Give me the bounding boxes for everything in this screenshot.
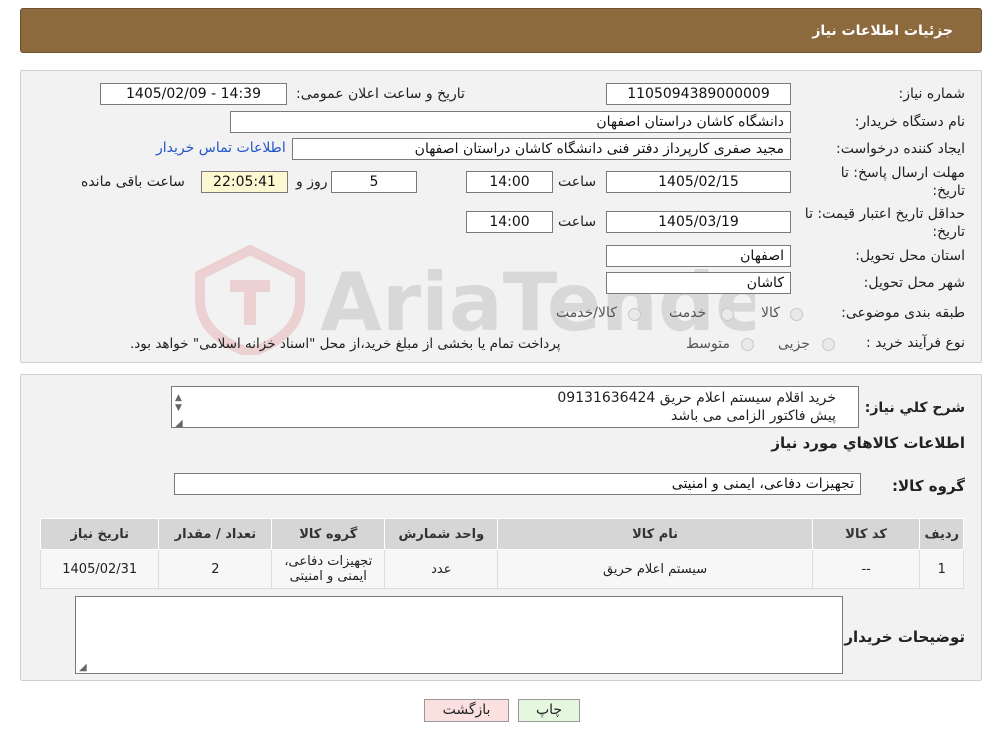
buyer-org-label: نام دستگاه خریدار: bbox=[854, 114, 965, 130]
need-number-label: شماره نیاز: bbox=[898, 86, 966, 102]
category-service-radio[interactable] bbox=[721, 308, 734, 321]
announce-datetime-field: 1405/02/09 - 14:39 bbox=[100, 83, 287, 105]
city-field: کاشان bbox=[606, 272, 791, 294]
page-title: جزئیات اطلاعات نیاز bbox=[812, 23, 953, 39]
col-code-header: کد کالا bbox=[811, 518, 921, 550]
table-row: 1 -- سیستم اعلام حریق عدد تجهیزات دفاعی،… bbox=[39, 549, 964, 589]
days-field: 5 bbox=[331, 171, 417, 193]
col-date-header: تاریخ نیاز bbox=[39, 518, 160, 550]
validity-time-label: ساعت bbox=[558, 214, 597, 230]
province-field: اصفهان bbox=[606, 245, 791, 267]
buyer-org-field: دانشگاه کاشان دراستان اصفهان bbox=[230, 111, 791, 133]
goods-group-label: گروه کالا: bbox=[892, 477, 965, 495]
goods-table-header-row: ردیف کد کالا نام کالا واحد شمارش گروه کا… bbox=[39, 518, 964, 550]
deadline-time-field: 14:00 bbox=[466, 171, 553, 193]
col-unit-header: واحد شمارش bbox=[384, 518, 499, 550]
col-qty-header: تعداد / مقدار bbox=[158, 518, 273, 550]
need-number-field: 1105094389000009 bbox=[606, 83, 791, 105]
validity-date-field: 1405/03/19 bbox=[606, 211, 791, 233]
cell-quantity: 2 bbox=[158, 549, 273, 589]
cell-group: تجهیزات دفاعی، ایمنی و امنیتی bbox=[271, 549, 386, 589]
goods-info-title: اطلاعات کالاهاي مورد نیاز bbox=[771, 434, 965, 452]
announce-label: تاریخ و ساعت اعلان عمومی: bbox=[296, 86, 465, 102]
creator-label: ایجاد کننده درخواست: bbox=[836, 141, 965, 157]
summary-label: شرح کلي نیاز: bbox=[864, 400, 965, 416]
remaining-label: ساعت باقی مانده bbox=[81, 174, 185, 190]
category-both-radio[interactable] bbox=[628, 308, 641, 321]
resize-handle-icon[interactable]: ◢ bbox=[79, 659, 87, 677]
city-label: شهر محل تحویل: bbox=[863, 275, 965, 291]
cell-unit: عدد bbox=[384, 549, 499, 589]
validity-time-field: 14:00 bbox=[466, 211, 553, 233]
validity-label: حداقل تاریخ اعتبار قیمت: تا bbox=[804, 206, 965, 222]
resize-handle-icon[interactable]: ◢ bbox=[175, 415, 183, 433]
buyer-notes-textarea[interactable]: ◢ bbox=[75, 596, 843, 674]
deadline-date-field: 1405/02/15 bbox=[606, 171, 791, 193]
deadline-label-2: تاریخ: bbox=[932, 183, 965, 199]
col-group-header: گروه کالا bbox=[271, 518, 386, 550]
cell-row-number: 1 bbox=[919, 549, 964, 589]
process-note: پرداخت تمام یا بخشی از مبلغ خرید،از محل … bbox=[130, 336, 561, 352]
back-button[interactable]: بازگشت bbox=[424, 699, 509, 722]
days-label: روز و bbox=[296, 174, 328, 190]
province-label: استان محل تحویل: bbox=[855, 248, 965, 264]
category-label: طبقه بندی موضوعی: bbox=[841, 305, 965, 321]
cell-name: سیستم اعلام حریق bbox=[497, 549, 813, 589]
goods-table: ردیف کد کالا نام کالا واحد شمارش گروه کا… bbox=[39, 518, 964, 589]
print-button[interactable]: چاپ bbox=[518, 699, 580, 722]
page-header: جزئیات اطلاعات نیاز bbox=[20, 8, 982, 53]
process-partial-radio[interactable] bbox=[822, 338, 835, 351]
category-both-label: کالا/خدمت bbox=[556, 305, 617, 321]
buyer-contact-link[interactable]: اطلاعات تماس خریدار bbox=[156, 140, 286, 156]
process-medium-radio[interactable] bbox=[741, 338, 754, 351]
category-service-label: خدمت bbox=[669, 305, 707, 321]
col-name-header: نام کالا bbox=[497, 518, 813, 550]
deadline-label: مهلت ارسال پاسخ: تا bbox=[840, 165, 965, 181]
deadline-time-label: ساعت bbox=[558, 174, 597, 190]
process-partial-label: جزیی bbox=[778, 336, 810, 352]
cell-code: -- bbox=[811, 549, 921, 589]
summary-line-2: پیش فاکتور الزامی می باشد bbox=[671, 408, 836, 424]
process-medium-label: متوسط bbox=[686, 336, 730, 352]
validity-label-2: تاریخ: bbox=[932, 224, 965, 240]
cell-need-date: 1405/02/31 bbox=[39, 549, 160, 589]
creator-field: مجید صفری کارپرداز دفتر فنی دانشگاه کاشا… bbox=[292, 138, 791, 160]
remaining-time-field: 22:05:41 bbox=[201, 171, 288, 193]
col-row-header: ردیف bbox=[919, 518, 964, 550]
process-label: نوع فرآیند خرید : bbox=[866, 335, 965, 351]
goods-group-field: تجهیزات دفاعی، ایمنی و امنیتی bbox=[174, 473, 861, 495]
category-goods-label: کالا bbox=[761, 305, 780, 321]
buyer-notes-label: توضیحات خریدار: bbox=[838, 628, 965, 646]
summary-textarea[interactable]: خرید اقلام سیستم اعلام حریق 09131636424 … bbox=[171, 386, 859, 429]
category-goods-radio[interactable] bbox=[790, 308, 803, 321]
summary-line-1: خرید اقلام سیستم اعلام حریق 09131636424 bbox=[557, 390, 836, 406]
